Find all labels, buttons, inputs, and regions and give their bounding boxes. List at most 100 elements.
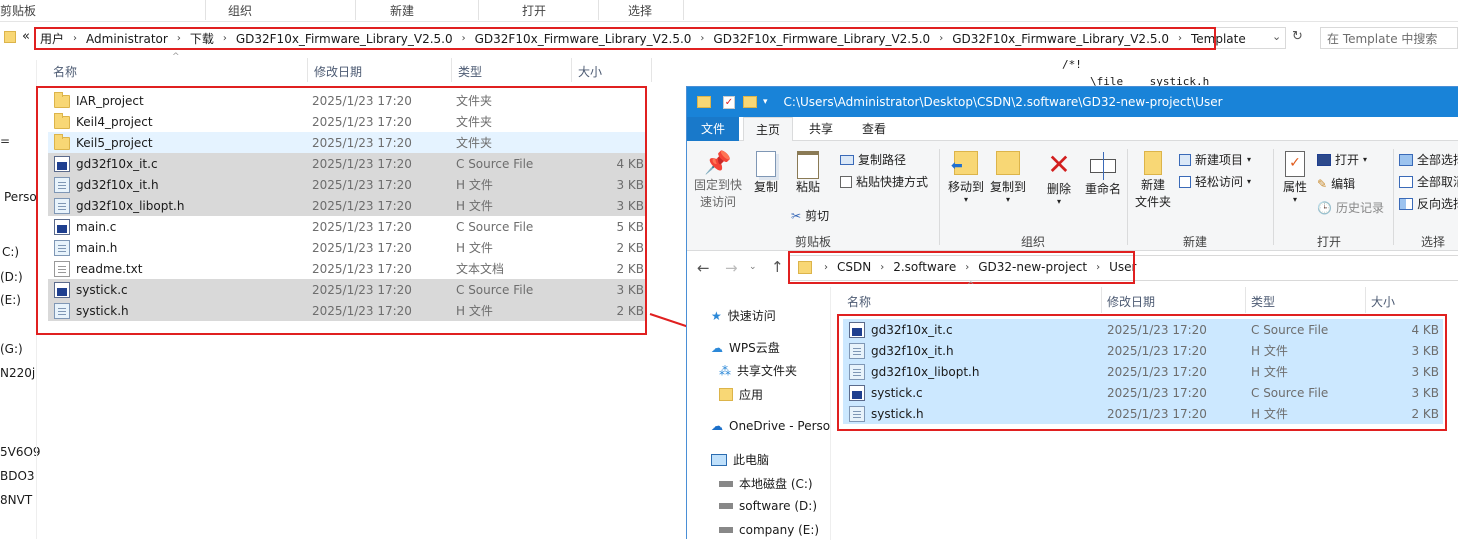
clipboard-icon <box>797 151 819 179</box>
tab-view[interactable]: 查看 <box>850 117 898 141</box>
history-label: 历史记录 <box>1335 201 1384 215</box>
new-item-button[interactable]: 新建项目 ▾ <box>1179 151 1251 168</box>
dropdown-icon: ▾ <box>963 195 968 204</box>
open-label: 打开 <box>1335 153 1360 167</box>
up-arrow-icon[interactable]: ↑ <box>771 258 784 276</box>
column-header-name[interactable]: 名称 <box>847 293 871 310</box>
group-organize-label: 组织 <box>1021 235 1046 249</box>
file-list-highlight <box>36 86 647 335</box>
sort-up-icon: ^ <box>967 281 975 291</box>
ribbon-group-clipboard: 剪贴板 <box>0 4 37 18</box>
dropdown-icon: ▾ <box>1005 195 1010 204</box>
paste-label: 粘贴 <box>795 180 820 194</box>
column-header-size[interactable]: 大小 <box>578 63 602 80</box>
address-dropdown-icon[interactable]: ⌄ <box>1272 30 1281 43</box>
invert-selection-button[interactable]: 反向选择 <box>1399 195 1458 212</box>
copy-button[interactable]: 复制 <box>749 151 783 196</box>
paste-shortcut-label: 粘贴快捷方式 <box>856 175 929 189</box>
select-all-button[interactable]: 全部选择 <box>1399 151 1458 168</box>
nav-fragment: (D:) <box>0 270 23 284</box>
move-to-button[interactable]: ⬅ 移动到 ▾ <box>945 151 987 204</box>
dropdown-icon: ▾ <box>1363 155 1368 164</box>
column-header-type[interactable]: 类型 <box>458 63 482 80</box>
column-header-name[interactable]: 名称 <box>53 63 77 80</box>
rename-label: 重命名 <box>1084 182 1121 196</box>
address-overflow[interactable]: « <box>22 29 30 44</box>
edit-label: 编辑 <box>1331 177 1356 191</box>
nav-fragment: BDO3 <box>0 469 35 483</box>
select-all-label: 全部选择 <box>1417 153 1458 167</box>
column-header-size[interactable]: 大小 <box>1371 293 1395 310</box>
nav-item-wps-cloud[interactable]: ☁ WPS云盘 <box>711 339 780 356</box>
invert-selection-label: 反向选择 <box>1417 197 1458 211</box>
back-arrow-icon[interactable]: ← <box>697 259 710 277</box>
paste-button[interactable]: 粘贴 <box>791 151 825 196</box>
folder-icon[interactable] <box>743 96 757 108</box>
nav-fragment: = <box>0 134 11 148</box>
ribbon-group-organize: 组织 <box>228 4 253 18</box>
nav-item-onedrive[interactable]: ☁ OneDrive - Perso <box>711 419 830 433</box>
ribbon: 📌 固定到快 速访问 复制 粘贴 复制路径 粘贴快捷方式 ✂ 剪切 剪贴板 ⬅ … <box>687 141 1458 251</box>
column-header-date[interactable]: 修改日期 <box>1107 293 1155 310</box>
title-bar: ✓ ▾ C:\Users\Administrator\Desktop\CSDN\… <box>687 87 1458 117</box>
dropdown-icon: ▾ <box>1292 195 1297 204</box>
new-item-label: 新建项目 <box>1195 153 1244 167</box>
history-button[interactable]: 🕒 历史记录 <box>1317 199 1384 216</box>
nav-item-drive-d[interactable]: software (D:) <box>719 499 817 513</box>
tab-share[interactable]: 共享 <box>797 117 845 141</box>
share-icon: ⁂ <box>719 363 731 378</box>
nav-fragment: Perso <box>4 190 37 204</box>
front-explorer-window: ✓ ▾ C:\Users\Administrator\Desktop\CSDN\… <box>686 86 1458 540</box>
properties-button[interactable]: ✓ 属性 ▾ <box>1277 151 1313 204</box>
group-clipboard-label: 剪贴板 <box>795 235 832 249</box>
star-icon: ★ <box>711 308 722 323</box>
nav-label: 此电脑 <box>733 453 770 467</box>
rename-icon <box>1090 152 1116 180</box>
refresh-icon[interactable]: ↻ <box>1292 29 1303 44</box>
recent-dropdown-icon[interactable]: ⌄ <box>749 262 757 272</box>
nav-item-quick-access[interactable]: ★ 快速访问 <box>711 307 776 324</box>
nav-item-drive-e[interactable]: company (E:) <box>719 523 819 537</box>
nav-item-apps[interactable]: 应用 <box>719 386 763 403</box>
delete-button[interactable]: ✕ 删除 ▾ <box>1039 151 1079 206</box>
move-folder-icon: ⬅ <box>951 151 978 175</box>
nav-item-drive-c[interactable]: 本地磁盘 (C:) <box>719 475 813 492</box>
copy-to-button[interactable]: 复制到 ▾ <box>987 151 1029 204</box>
new-folder-label: 新建 文件夹 <box>1134 178 1171 209</box>
delete-x-icon: ✕ <box>1047 148 1071 181</box>
nav-label: OneDrive - Perso <box>729 419 831 433</box>
dropdown-icon: ▾ <box>1247 177 1252 186</box>
scissors-icon: ✂ <box>791 208 802 223</box>
checkmark-icon[interactable]: ✓ <box>723 95 735 109</box>
nav-item-this-pc[interactable]: 此电脑 <box>711 451 769 468</box>
paste-shortcut-button[interactable]: 粘贴快捷方式 <box>840 173 928 190</box>
column-header-type[interactable]: 类型 <box>1251 293 1275 310</box>
column-header-date[interactable]: 修改日期 <box>314 63 362 80</box>
edit-button[interactable]: ✎ 编辑 <box>1317 175 1355 192</box>
easy-access-button[interactable]: 轻松访问 ▾ <box>1179 173 1251 190</box>
open-button[interactable]: 打开 ▾ <box>1317 151 1367 168</box>
ribbon-tabs: 文件 主页 共享 查看 <box>687 117 1458 141</box>
ribbon-group-select: 选择 <box>628 4 653 18</box>
tab-home[interactable]: 主页 <box>743 117 793 141</box>
sort-up-icon: ^ <box>172 52 180 62</box>
pin-quick-access-button[interactable]: 📌 固定到快 速访问 <box>693 151 743 211</box>
copy-path-icon <box>840 154 854 165</box>
nav-label: 本地磁盘 (C:) <box>739 477 813 491</box>
move-to-label: 移动到 <box>947 180 984 194</box>
new-folder-button[interactable]: 新建 文件夹 <box>1131 151 1175 211</box>
rename-button[interactable]: 重命名 <box>1081 151 1125 198</box>
dropdown-icon[interactable]: ▾ <box>763 97 768 107</box>
tab-file[interactable]: 文件 <box>687 117 739 141</box>
code-fragment: /*! <box>1062 58 1082 71</box>
search-input[interactable]: 在 Template 中搜索 <box>1320 27 1458 49</box>
forward-arrow-icon[interactable]: → <box>725 259 738 277</box>
nav-fragment: 5V6O9 <box>0 445 41 459</box>
nav-fragment: (G:) <box>0 342 23 356</box>
select-none-button[interactable]: 全部取消 <box>1399 173 1458 190</box>
cut-button[interactable]: ✂ 剪切 <box>791 207 829 224</box>
nav-label: software (D:) <box>739 499 817 513</box>
copy-path-button[interactable]: 复制路径 <box>840 151 906 168</box>
drive-icon <box>719 503 733 509</box>
nav-item-shared-folder[interactable]: ⁂ 共享文件夹 <box>719 362 797 379</box>
